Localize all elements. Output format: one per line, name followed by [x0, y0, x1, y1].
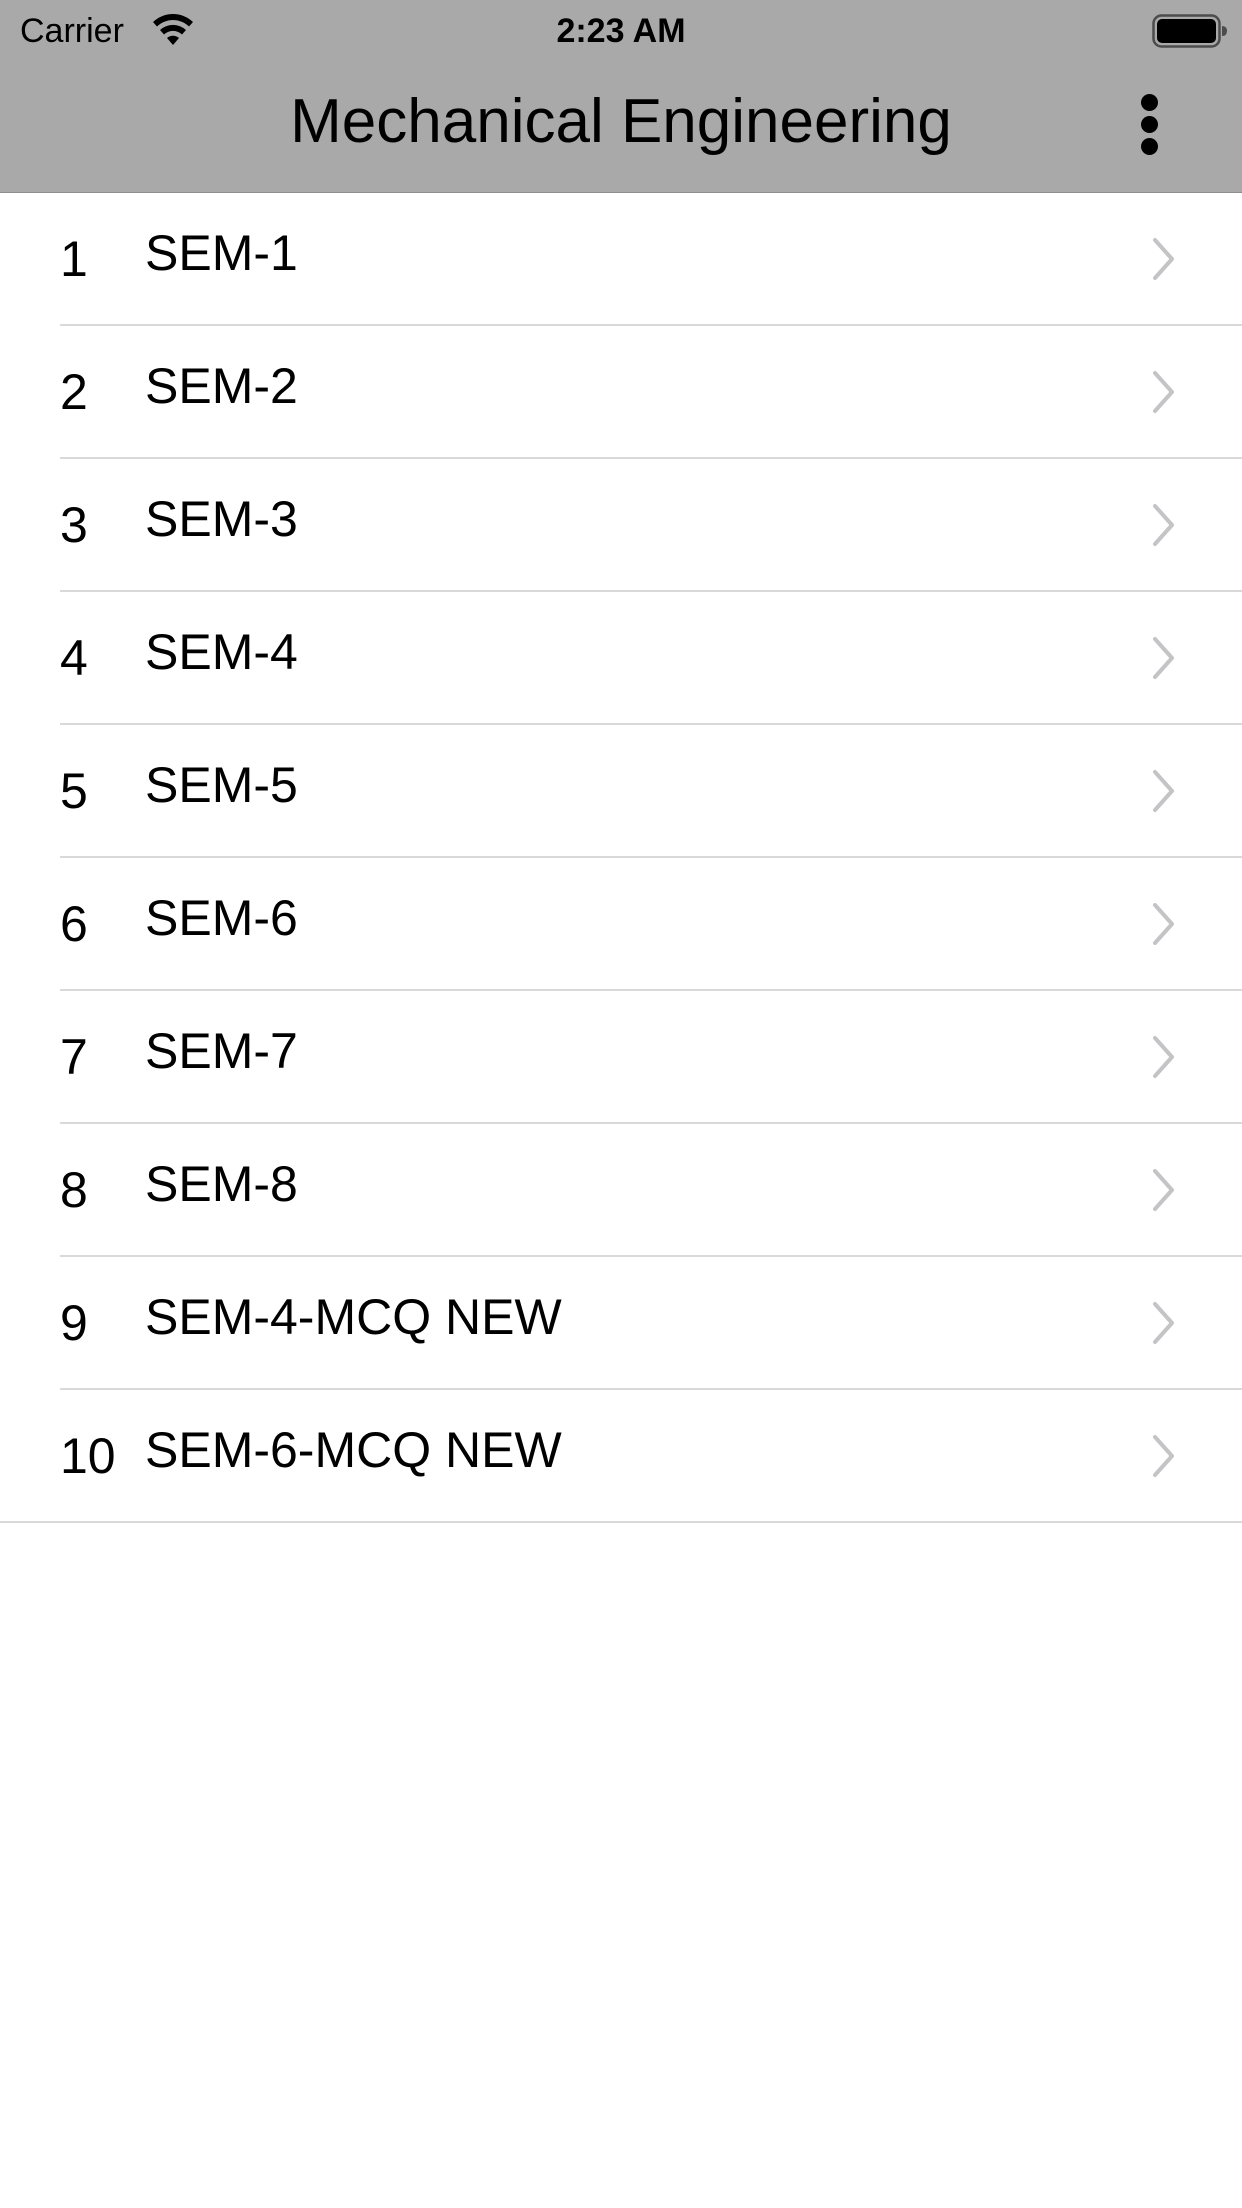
list-item[interactable]: 2 SEM-2: [0, 326, 1242, 459]
list-item-number: 3: [60, 497, 88, 553]
chevron-right-icon: [1153, 903, 1174, 945]
list-item[interactable]: 3 SEM-3: [0, 459, 1242, 592]
chevron-right-icon: [1153, 504, 1174, 546]
list-item-label: SEM-4: [145, 624, 298, 680]
list-item-number: 2: [60, 364, 88, 420]
navigation-bar: Mechanical Engineering: [0, 62, 1242, 192]
list-item[interactable]: 1 SEM-1: [0, 193, 1242, 326]
status-time: 2:23 AM: [556, 12, 686, 50]
chevron-right-icon: [1153, 1169, 1174, 1211]
vertical-ellipsis-icon: [1141, 94, 1158, 111]
list-item-label: SEM-4-MCQ NEW: [145, 1289, 562, 1345]
list-item[interactable]: 5 SEM-5: [0, 725, 1242, 858]
list-item-label: SEM-2: [145, 358, 298, 414]
status-bar: Carrier 2:23 AM: [0, 0, 1242, 62]
chevron-right-icon: [1153, 371, 1174, 413]
list-item-number: 4: [60, 630, 88, 686]
list-item-number: 9: [60, 1295, 88, 1351]
list-item-label: SEM-1: [145, 225, 298, 281]
list-item[interactable]: 4 SEM-4: [0, 592, 1242, 725]
chevron-right-icon: [1153, 1435, 1174, 1477]
list-item[interactable]: 7 SEM-7: [0, 991, 1242, 1124]
ellipsis-dot: [1141, 116, 1158, 133]
list-item-number: 6: [60, 896, 88, 952]
chevron-right-icon: [1153, 770, 1174, 812]
list-item-number: 1: [60, 231, 88, 287]
list-item-label: SEM-7: [145, 1023, 298, 1079]
list-item-number: 5: [60, 763, 88, 819]
row-divider: [0, 1521, 1242, 1523]
list-item-number: 10: [60, 1428, 116, 1484]
list-item[interactable]: 6 SEM-6: [0, 858, 1242, 991]
more-options-button[interactable]: [1130, 90, 1170, 160]
app-screen: Carrier 2:23 AM Mechanical Engineering 1: [0, 0, 1242, 2208]
list-item-number: 7: [60, 1029, 88, 1085]
list-item-label: SEM-6-MCQ NEW: [145, 1422, 562, 1478]
list-item-label: SEM-8: [145, 1156, 298, 1212]
top-bar: Carrier 2:23 AM Mechanical Engineering: [0, 0, 1242, 193]
page-title: Mechanical Engineering: [290, 87, 952, 156]
semester-list: 1 SEM-1 2 SEM-2 3 SEM-3 4 SEM-4 5 SEM-5 6 SEM-6 7 SEM…: [0, 193, 1242, 1523]
list-item[interactable]: 10 SEM-6-MCQ NEW: [0, 1390, 1242, 1523]
chevron-right-icon: [1153, 238, 1174, 280]
ellipsis-dot: [1141, 138, 1158, 155]
chevron-right-icon: [1153, 1036, 1174, 1078]
chevron-right-icon: [1153, 1302, 1174, 1344]
list-item-label: SEM-6: [145, 890, 298, 946]
chevron-right-icon: [1153, 637, 1174, 679]
list-item-number: 8: [60, 1162, 88, 1218]
list-item-label: SEM-3: [145, 491, 298, 547]
battery-icon: [1152, 14, 1227, 48]
list-item[interactable]: 9 SEM-4-MCQ NEW: [0, 1257, 1242, 1390]
list-item[interactable]: 8 SEM-8: [0, 1124, 1242, 1257]
list-item-label: SEM-5: [145, 757, 298, 813]
